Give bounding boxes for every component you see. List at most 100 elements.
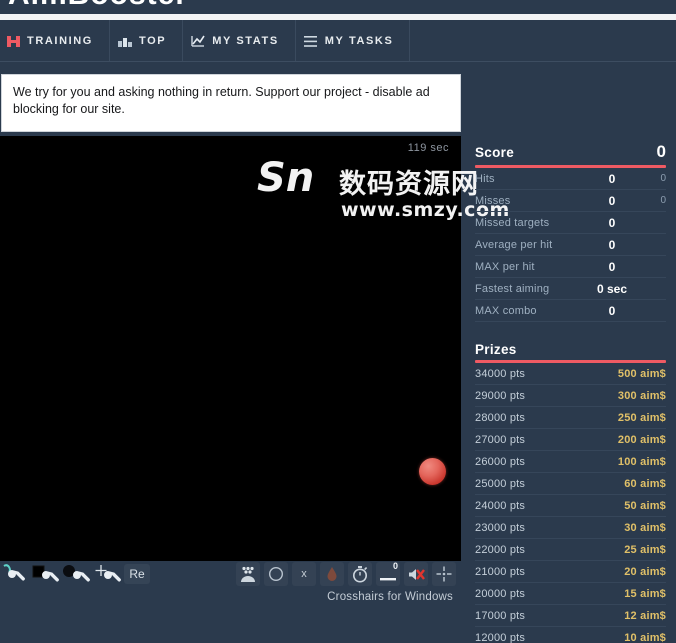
stat-value: 0 — [608, 303, 616, 318]
stat-label: Misses — [475, 194, 511, 207]
score-panel-header: Score 0 — [475, 136, 666, 162]
wrench-round-target-icon-button[interactable] — [62, 562, 92, 586]
prize-points: 20000 pts — [475, 587, 526, 600]
prize-amount-value: 100 — [617, 455, 637, 468]
app-root: AimBooster TRAINING TOP MY STATS MY — [0, 0, 676, 643]
prize-amount: 25 aim$ — [624, 544, 666, 556]
prize-row: 28000 pts 250 aim$ — [475, 407, 666, 429]
stat-value: 0 — [608, 237, 616, 252]
prize-amount-value: 12 — [624, 609, 637, 622]
prize-amount-value: 25 — [624, 543, 637, 556]
stat-row: Fastest aiming 0 sec — [475, 278, 666, 300]
prize-amount-value: 200 — [617, 433, 637, 446]
nav-item-my-tasks[interactable]: MY TASKS — [296, 20, 411, 62]
right-sidebar: Score 0 Hits 0 0 Misses 0 0 Missed targets 0 Ave… — [465, 136, 676, 643]
prize-row: 23000 pts 30 aim$ — [475, 517, 666, 539]
site-logo-strip[interactable]: AimBooster — [0, 0, 676, 14]
prize-amount: 100 aim$ — [618, 456, 666, 468]
prize-amount-value: 50 — [624, 499, 637, 512]
circle-shape-icon-button[interactable] — [264, 562, 288, 586]
main-nav: TRAINING TOP MY STATS MY TASKS — [0, 20, 676, 62]
prize-currency-unit: aim$ — [640, 521, 666, 534]
game-toolbar: Re x 0 Crosshairs for Windows — [0, 561, 461, 603]
stat-value: 0 — [608, 171, 616, 186]
close-x-icon-button[interactable]: x — [292, 562, 316, 586]
aim-target[interactable] — [419, 458, 446, 485]
stat-row: MAX per hit 0 — [475, 256, 666, 278]
volume-value: 0 — [392, 561, 398, 571]
prize-amount: 500 aim$ — [618, 368, 666, 380]
prize-amount-value: 500 — [617, 367, 637, 380]
prize-amount: 12 aim$ — [624, 610, 666, 622]
prize-currency-unit: aim$ — [640, 543, 666, 556]
toolbar-right-group: x 0 — [236, 561, 456, 586]
prize-currency-unit: aim$ — [640, 455, 666, 468]
prizes-list: 34000 pts 500 aim$ 29000 pts 300 aim$ 28000 … — [475, 363, 666, 643]
wrench-crosshair-icon-button[interactable] — [93, 562, 123, 586]
prize-currency-unit: aim$ — [640, 389, 666, 402]
prize-row: 27000 pts 200 aim$ — [475, 429, 666, 451]
prize-row: 24000 pts 50 aim$ — [475, 495, 666, 517]
prize-amount-value: 250 — [617, 411, 637, 424]
blood-drop-icon-button[interactable] — [320, 562, 344, 586]
prize-amount-value: 300 — [617, 389, 637, 402]
wrench-square-target-icon-button[interactable] — [31, 562, 61, 586]
prize-currency-unit: aim$ — [640, 631, 666, 643]
prizes-panel-header: Prizes — [475, 336, 666, 357]
adblock-notice: We try for you and asking nothing in ret… — [1, 74, 461, 132]
prize-points: 21000 pts — [475, 565, 526, 578]
prize-points: 29000 pts — [475, 389, 526, 402]
volume-slider-icon-button[interactable]: 0 — [376, 561, 400, 586]
nav-item-top[interactable]: TOP — [110, 20, 184, 62]
reset-icon-button[interactable]: Re — [124, 564, 150, 584]
stat-row: Misses 0 0 — [475, 190, 666, 212]
podium-icon — [117, 35, 132, 48]
list-icon — [304, 35, 318, 48]
prize-points: 12000 pts — [475, 631, 526, 643]
nav-label: TRAINING — [27, 35, 93, 47]
mute-speaker-icon-button[interactable] — [404, 562, 428, 586]
stat-subvalue: 0 — [660, 173, 666, 184]
prize-currency-unit: aim$ — [640, 477, 666, 490]
prize-row: 25000 pts 60 aim$ — [475, 473, 666, 495]
crosshair-icon-button[interactable] — [432, 562, 456, 586]
prize-amount: 50 aim$ — [624, 500, 666, 512]
prize-currency-unit: aim$ — [640, 587, 666, 600]
stopwatch-icon-button[interactable] — [348, 562, 372, 586]
stat-label: MAX combo — [475, 304, 537, 317]
prize-currency-unit: aim$ — [640, 367, 666, 380]
flag-icon — [6, 35, 20, 48]
prize-amount-value: 15 — [624, 587, 637, 600]
nav-item-training[interactable]: TRAINING — [0, 20, 110, 62]
prize-amount: 200 aim$ — [618, 434, 666, 446]
stat-label: MAX per hit — [475, 260, 535, 273]
stat-row: Average per hit 0 — [475, 234, 666, 256]
stat-row: MAX combo 0 — [475, 300, 666, 322]
site-logo-text: AimBooster — [8, 0, 188, 12]
stat-value: 0 — [608, 259, 616, 274]
prize-currency-unit: aim$ — [640, 565, 666, 578]
nav-item-my-stats[interactable]: MY STATS — [183, 20, 296, 62]
prizes-panel-title: Prizes — [475, 342, 517, 357]
prize-row: 17000 pts 12 aim$ — [475, 605, 666, 627]
toolbar-left-group: Re — [0, 562, 150, 586]
wrench-settings-icon-button[interactable] — [0, 562, 30, 586]
nav-bottom-border — [0, 61, 676, 62]
stat-value: 0 — [608, 215, 616, 230]
prize-amount: 250 aim$ — [618, 412, 666, 424]
nav-label: MY STATS — [212, 35, 279, 47]
crosshairs-for-windows-link[interactable]: Crosshairs for Windows — [327, 591, 453, 603]
stat-value: 0 — [608, 193, 616, 208]
prize-currency-unit: aim$ — [640, 411, 666, 424]
prize-points: 23000 pts — [475, 521, 526, 534]
prize-currency-unit: aim$ — [640, 433, 666, 446]
targets-count-icon-button[interactable] — [236, 562, 260, 586]
prize-row: 21000 pts 20 aim$ — [475, 561, 666, 583]
prize-points: 17000 pts — [475, 609, 526, 622]
line-chart-icon — [191, 35, 205, 48]
stat-subvalue: 0 — [660, 195, 666, 206]
game-canvas[interactable]: 119 sec — [0, 136, 461, 561]
prize-amount-value: 10 — [624, 631, 637, 643]
prize-row: 29000 pts 300 aim$ — [475, 385, 666, 407]
prize-row: 20000 pts 15 aim$ — [475, 583, 666, 605]
